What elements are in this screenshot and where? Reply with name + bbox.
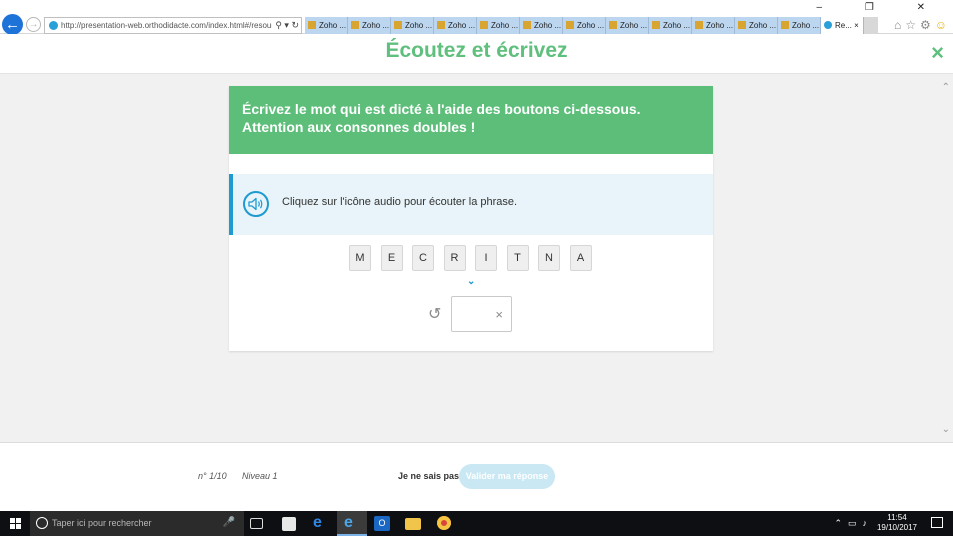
favorites-star-icon: ☆ <box>905 18 920 32</box>
outlook-icon[interactable]: O <box>374 516 390 531</box>
zoho-favicon-icon <box>394 21 402 29</box>
undo-icon[interactable]: ↺ <box>428 304 441 324</box>
answer-field[interactable]: × <box>451 296 512 332</box>
address-actions[interactable]: ⚲ ▾ ↻ <box>272 18 299 33</box>
zoho-favicon-icon <box>609 21 617 29</box>
site-favicon-icon <box>49 21 58 30</box>
clock-time: 11:54 <box>887 513 907 522</box>
scroll-up-chevron-icon[interactable]: ⌃ <box>942 82 950 93</box>
app-header: Écoutez et écrivez × <box>0 34 953 74</box>
letter-button[interactable]: E <box>380 245 403 271</box>
browser-tab[interactable]: Zoho ... <box>735 17 778 34</box>
instruction-banner: Écrivez le mot qui est dicté à l'aide de… <box>229 86 713 154</box>
browser-tab[interactable]: Zoho ... <box>520 17 563 34</box>
address-bar[interactable]: http://presentation-web.orthodidacte.com… <box>44 17 302 34</box>
zoho-favicon-icon <box>781 21 789 29</box>
volume-icon: ♪ <box>862 518 873 528</box>
zoho-favicon-icon <box>480 21 488 29</box>
site-favicon-icon <box>824 21 832 29</box>
internet-explorer-icon[interactable]: e <box>344 515 360 531</box>
speaker-icon[interactable] <box>243 191 269 217</box>
browser-toolbar: ← → http://presentation-web.orthodidacte… <box>0 0 953 35</box>
letter-button[interactable]: R <box>443 245 466 271</box>
close-icon[interactable]: × <box>931 42 944 64</box>
battery-icon: ▭ <box>847 518 863 528</box>
validate-button[interactable]: Valider ma réponse <box>459 464 555 489</box>
zoho-favicon-icon <box>738 21 746 29</box>
settings-gear-icon: ⚙ <box>919 18 935 32</box>
browser-tab[interactable]: Zoho ... <box>692 17 735 34</box>
browser-tab[interactable]: Zoho ... <box>348 17 391 34</box>
browser-tab[interactable]: Zoho ... <box>477 17 520 34</box>
zoho-favicon-icon <box>437 21 445 29</box>
clock-date: 19/10/2017 <box>876 523 917 532</box>
home-icon: ⌂ <box>893 18 906 32</box>
letter-button[interactable]: N <box>538 245 560 271</box>
question-counter: n° 1/10 <box>198 471 227 481</box>
exercise-card: Écrivez le mot qui est dicté à l'aide de… <box>229 86 713 351</box>
forward-arrow-icon[interactable]: → <box>26 17 41 32</box>
notification-icon[interactable] <box>931 517 943 528</box>
task-view-icon[interactable] <box>250 518 263 529</box>
letter-button[interactable]: T <box>506 245 529 271</box>
windows-taskbar: Taper ici pour rechercher 🎤 e e O ⌃▭♪ 11… <box>0 511 953 536</box>
zoho-favicon-icon <box>351 21 359 29</box>
audio-prompt-row: Cliquez sur l'icône audio pour écouter l… <box>229 174 713 235</box>
browser-icons[interactable]: ⌂☆⚙☺ <box>894 18 951 32</box>
taskbar-search-placeholder: Taper ici pour rechercher <box>52 518 152 528</box>
browser-tab-active[interactable]: Re... × <box>821 17 864 34</box>
page-title: Écoutez et écrivez <box>385 39 568 62</box>
browser-tab[interactable]: Zoho ... <box>563 17 606 34</box>
chrome-icon[interactable] <box>437 516 451 530</box>
zoho-favicon-icon <box>523 21 531 29</box>
taskbar-clock[interactable]: 11:54 19/10/2017 <box>877 513 917 533</box>
letter-buttons: M E C R I T N A <box>349 245 601 271</box>
scroll-down-chevron-icon[interactable]: ⌄ <box>942 424 950 435</box>
zoho-favicon-icon <box>566 21 574 29</box>
url-text[interactable]: http://presentation-web.orthodidacte.com… <box>61 21 274 30</box>
windows-start-icon[interactable] <box>10 518 21 529</box>
browser-tab[interactable]: Zoho ... <box>305 17 348 34</box>
zoho-favicon-icon <box>695 21 703 29</box>
edge-icon[interactable]: e <box>313 515 329 531</box>
audio-instruction-text: Cliquez sur l'icône audio pour écouter l… <box>282 196 518 208</box>
letter-button[interactable]: A <box>569 245 592 271</box>
zoho-favicon-icon <box>652 21 660 29</box>
letter-button[interactable]: M <box>349 245 371 271</box>
tray-chevron-icon: ⌃ <box>834 518 848 528</box>
tab-close-icon[interactable]: × <box>854 21 859 30</box>
file-explorer-icon[interactable] <box>405 518 421 530</box>
feedback-smiley-icon: ☺ <box>934 18 951 32</box>
microphone-icon[interactable]: 🎤 <box>223 517 235 528</box>
window-controls[interactable]: – ❐ ✕ <box>817 2 945 13</box>
letter-button[interactable]: I <box>475 245 497 271</box>
chevron-down-icon: ⌄ <box>467 276 476 287</box>
exercise-footer: n° 1/10 Niveau 1 Je ne sais pas Valider … <box>0 442 953 511</box>
system-tray[interactable]: ⌃▭♪ <box>834 518 873 529</box>
taskbar-search[interactable]: Taper ici pour rechercher 🎤 <box>30 511 244 536</box>
level-label: Niveau 1 <box>242 471 278 481</box>
clear-icon[interactable]: × <box>495 307 503 322</box>
browser-tab[interactable]: Zoho ... <box>434 17 477 34</box>
back-arrow-icon[interactable]: ← <box>2 14 23 35</box>
browser-tab[interactable]: Zoho ... <box>606 17 649 34</box>
browser-tab[interactable]: Zoho ... <box>649 17 692 34</box>
store-icon[interactable] <box>282 517 296 531</box>
dont-know-button[interactable]: Je ne sais pas <box>398 471 459 481</box>
letter-button[interactable]: C <box>412 245 434 271</box>
tab-strip: Zoho ... Zoho ... Zoho ... Zoho ... Zoho… <box>305 17 878 34</box>
cortana-icon <box>36 517 48 529</box>
browser-tab[interactable]: Zoho ... <box>778 17 821 34</box>
zoho-favicon-icon <box>308 21 316 29</box>
browser-tab[interactable]: Zoho ... <box>391 17 434 34</box>
new-tab-button[interactable] <box>864 17 878 34</box>
